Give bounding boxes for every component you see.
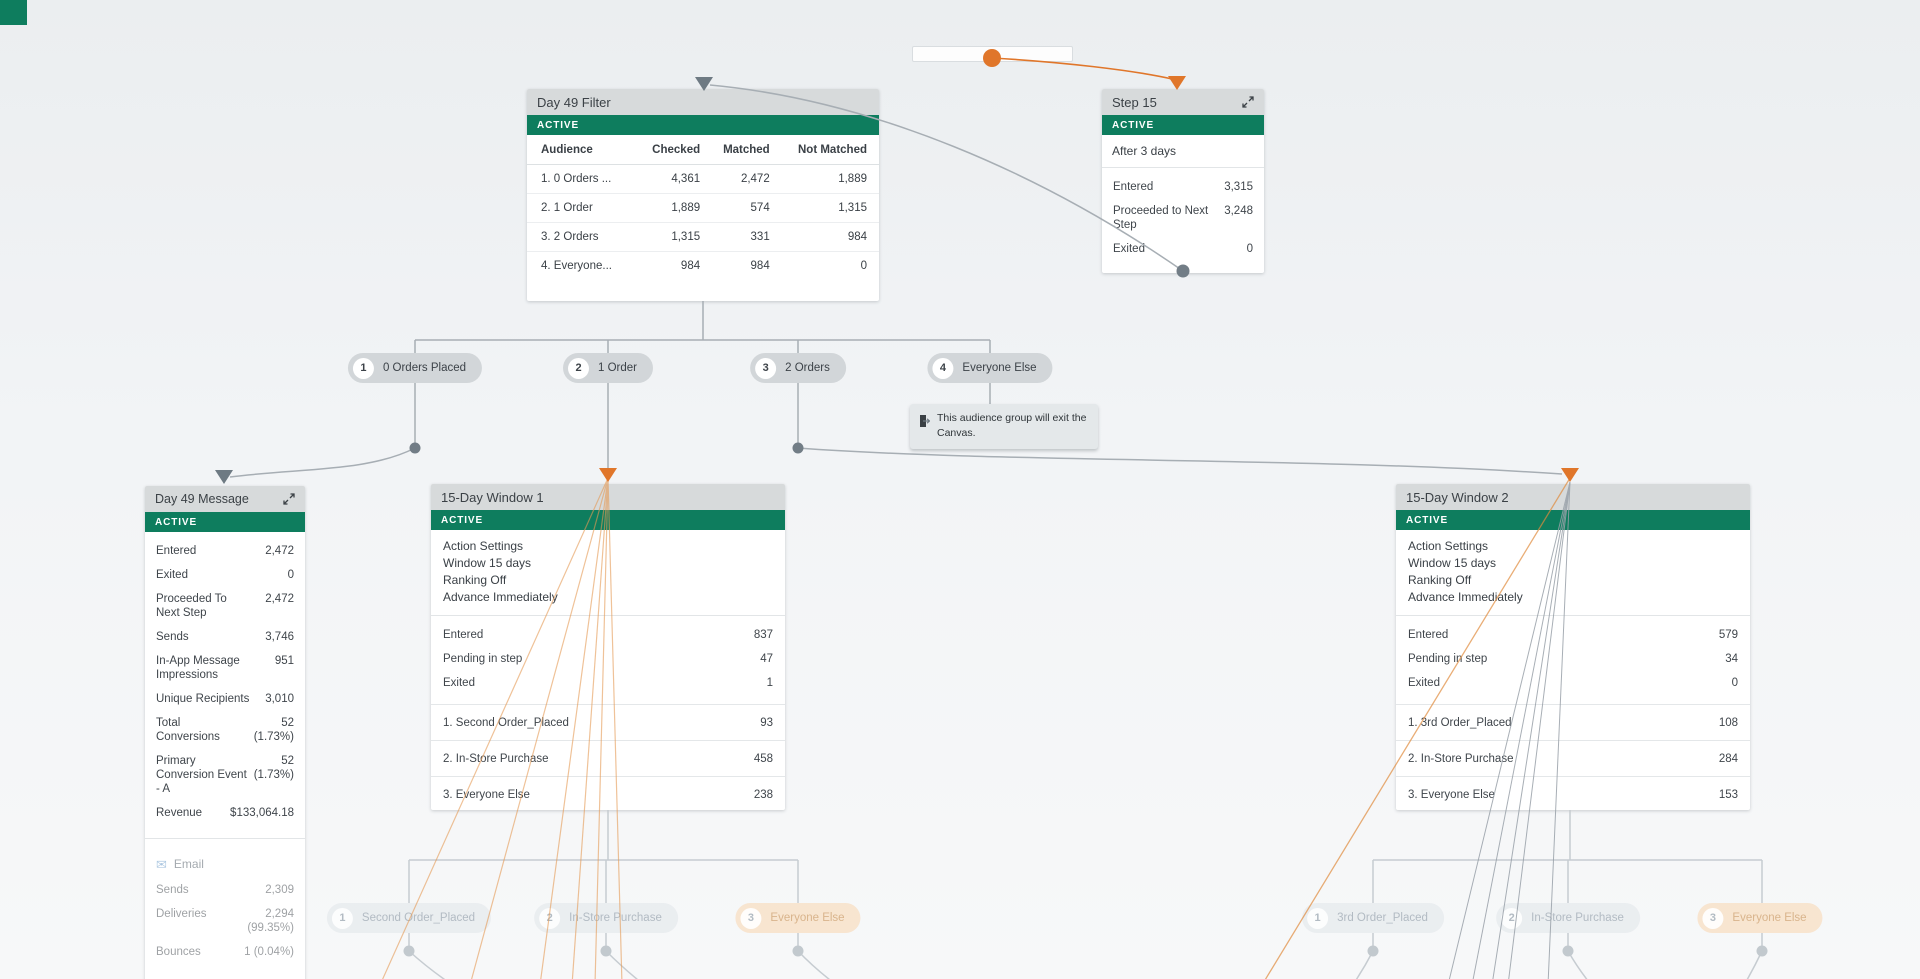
status-badge: ACTIVE (145, 512, 305, 532)
stat-row: Entered2,472 (156, 544, 294, 558)
status-badge: ACTIVE (1102, 115, 1264, 135)
stat-row: Sends2,309 (156, 883, 294, 897)
audience-result-row: 2. In-Store Purchase284 (1396, 740, 1750, 776)
next-audience-pill-3rd-order: 13rd Order_Placed (1302, 903, 1444, 933)
audience-result-row: 2. In-Store Purchase458 (431, 740, 785, 776)
next-audience-pill-everyone-else: 3Everyone Else (735, 903, 860, 933)
col-header: Not Matched (776, 135, 879, 165)
exit-tooltip: This audience group will exit the Canvas… (910, 404, 1098, 449)
stat-row: Sends3,746 (156, 630, 294, 644)
status-badge: ACTIVE (1396, 510, 1750, 530)
stat-row: Exited0 (156, 568, 294, 582)
audience-pill-everyone-else: 4 Everyone Else (927, 353, 1052, 383)
filter-audience-table: Audience Checked Matched Not Matched 1. … (527, 135, 879, 280)
card-title: Day 49 Message (155, 492, 249, 506)
stat-row: Exited1 (443, 676, 773, 690)
card-title: 15-Day Window 1 (441, 490, 544, 505)
audience-result-row: 3. Everyone Else238 (431, 776, 785, 810)
stat-row: Entered579 (1408, 628, 1738, 642)
stat-row: Exited0 (1408, 676, 1738, 690)
action-settings: Action Settings Window 15 days Ranking O… (1396, 530, 1750, 616)
audience-pill-1-order: 2 1 Order (563, 353, 653, 383)
canvas-workspace[interactable]: Day 49 Filter ACTIVE Audience Checked Ma… (0, 0, 1920, 979)
stat-row: Deliveries2,294 (99.35%) (156, 907, 294, 935)
node-15day-window-1[interactable]: 15-Day Window 1 ACTIVE Action Settings W… (431, 484, 785, 810)
corner-accent (0, 0, 27, 25)
stat-row: Proceeded To Next Step2,472 (156, 592, 294, 620)
channel-title: Email (174, 857, 204, 871)
email-channel-section: ✉ Email Sends2,309 Deliveries2,294 (99.3… (145, 839, 305, 977)
audience-pill-0-orders: 1 0 Orders Placed (348, 353, 482, 383)
card-title: Step 15 (1112, 95, 1157, 110)
stat-row: Revenue$133,064.18 (156, 806, 294, 820)
stat-row: Primary Conversion Event - A52 (1.73%) (156, 754, 294, 796)
audience-result-row: 1. Second Order_Placed93 (431, 704, 785, 740)
stat-row: Pending in step34 (1408, 652, 1738, 666)
stat-row: In-App Message Impressions951 (156, 654, 294, 682)
node-day49-filter[interactable]: Day 49 Filter ACTIVE Audience Checked Ma… (527, 89, 879, 301)
table-row: 3. 2 Orders 1,315 331 984 (527, 223, 879, 252)
offscreen-card-edge (912, 46, 1073, 62)
expand-icon[interactable] (283, 493, 295, 505)
email-icon: ✉ (156, 858, 167, 871)
expand-icon[interactable] (1242, 96, 1254, 108)
exit-icon (919, 414, 930, 428)
stat-row: Total Conversions52 (1.73%) (156, 716, 294, 744)
card-title: 15-Day Window 2 (1406, 490, 1509, 505)
audience-result-row: 1. 3rd Order_Placed108 (1396, 704, 1750, 740)
stat-row: Bounces1 (0.04%) (156, 945, 294, 959)
stat-row: Pending in step47 (443, 652, 773, 666)
action-settings: Action Settings Window 15 days Ranking O… (431, 530, 785, 616)
node-day49-message[interactable]: Day 49 Message ACTIVE Entered2,472 Exite… (145, 486, 305, 979)
next-audience-pill-instore: 2In-Store Purchase (534, 903, 678, 933)
col-header: Matched (706, 135, 776, 165)
table-row: 1. 0 Orders ... 4,361 2,472 1,889 (527, 165, 879, 194)
table-row: 2. 1 Order 1,889 574 1,315 (527, 194, 879, 223)
col-header: Checked (635, 135, 706, 165)
stat-row: Exited0 (1113, 242, 1253, 256)
stat-row: Proceeded to Next Step3,248 (1113, 204, 1253, 232)
stat-row: Unique Recipients3,010 (156, 692, 294, 706)
table-row: 4. Everyone... 984 984 0 (527, 252, 879, 281)
status-badge: ACTIVE (431, 510, 785, 530)
audience-pill-2-orders: 3 2 Orders (750, 353, 846, 383)
col-header: Audience (527, 135, 635, 165)
node-step-15[interactable]: Step 15 ACTIVE After 3 days Entered3,315… (1102, 89, 1264, 273)
next-audience-pill-instore-2: 2In-Store Purchase (1496, 903, 1640, 933)
stat-row: Entered3,315 (1113, 180, 1253, 194)
delay-label: After 3 days (1102, 135, 1264, 168)
status-badge: ACTIVE (527, 115, 879, 135)
next-audience-pill-second-order: 1Second Order_Placed (327, 903, 491, 933)
node-15day-window-2[interactable]: 15-Day Window 2 ACTIVE Action Settings W… (1396, 484, 1750, 810)
audience-result-row: 3. Everyone Else153 (1396, 776, 1750, 810)
next-audience-pill-everyone-else-2: 3Everyone Else (1697, 903, 1822, 933)
card-title: Day 49 Filter (537, 95, 611, 110)
stat-row: Entered837 (443, 628, 773, 642)
